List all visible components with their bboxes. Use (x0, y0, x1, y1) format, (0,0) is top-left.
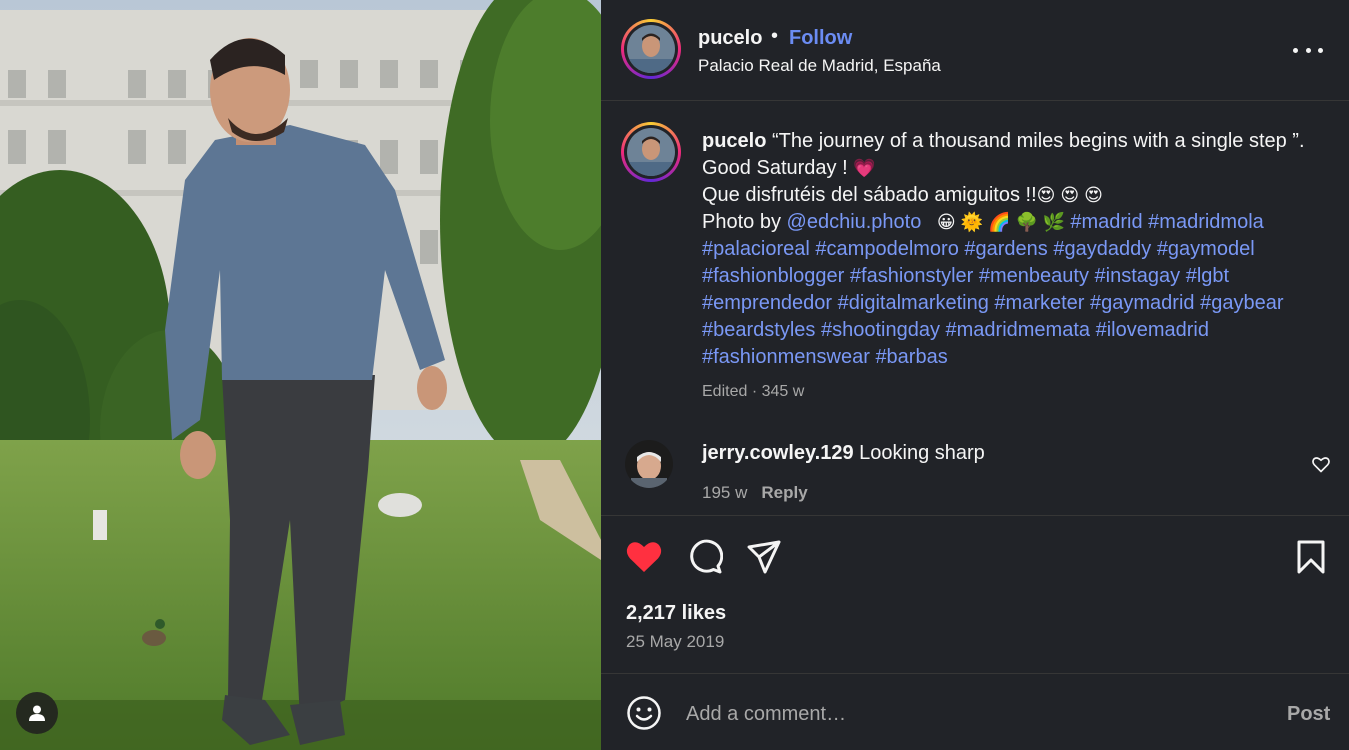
comment-button[interactable] (687, 539, 723, 575)
hashtag-link[interactable]: #emprendedor (702, 292, 832, 314)
hashtag-link[interactable]: #gaymadrid (1090, 292, 1195, 314)
more-options-button[interactable] (1293, 38, 1323, 62)
author-username[interactable]: pucelo (698, 27, 762, 50)
save-button[interactable] (1295, 539, 1327, 575)
header-divider (601, 100, 1349, 101)
hashtag-link[interactable]: #digitalmarketing (838, 292, 989, 314)
hashtag-link[interactable]: #marketer (994, 292, 1084, 314)
hashtag-link[interactable]: #lgbt (1186, 265, 1229, 287)
reply-button[interactable]: Reply (761, 483, 807, 502)
commenter-avatar[interactable] (625, 440, 673, 488)
header-separator: • (771, 25, 779, 47)
hashtag-link[interactable]: #ilovemadrid (1096, 319, 1209, 341)
caption-line-2: Que disfrutéis del sábado amiguitos !! (702, 184, 1037, 206)
hashtag-link[interactable]: #instagay (1095, 265, 1181, 287)
author-avatar-image (627, 25, 675, 73)
hashtag-link[interactable]: #fashionblogger (702, 265, 844, 287)
post-image (0, 0, 601, 750)
post-date: 25 May 2019 (626, 632, 725, 651)
commenter-username[interactable]: jerry.cowley.129 (702, 442, 854, 464)
post-comment-button[interactable]: Post (1287, 703, 1330, 726)
photo-credit-label: Photo by (702, 211, 787, 233)
author-avatar[interactable] (621, 19, 681, 79)
post-details-panel: pucelo • Follow Palacio Real de Madrid, … (601, 0, 1349, 750)
hashtag-link[interactable]: #gaydaddy (1053, 238, 1151, 260)
actions-divider (601, 515, 1349, 516)
like-count[interactable]: 2,217 likes (626, 602, 726, 625)
caption-username[interactable]: pucelo (702, 130, 766, 152)
caption-avatar-image (627, 128, 675, 176)
caption-author-avatar[interactable] (621, 122, 681, 182)
comment-like-button[interactable] (1311, 454, 1331, 474)
comment-body: Looking sharp (853, 442, 985, 464)
hashtag-link[interactable]: #fashionstyler (850, 265, 973, 287)
post-location[interactable]: Palacio Real de Madrid, España (698, 56, 941, 76)
hashtag-link[interactable]: #beardstyles (702, 319, 815, 341)
post-header: pucelo • Follow Palacio Real de Madrid, … (601, 0, 1349, 100)
hashtag-link[interactable]: #gaymodel (1157, 238, 1255, 260)
hashtag-link[interactable]: #madridmola (1148, 211, 1264, 233)
comment-meta: 195 w Reply (702, 483, 808, 503)
comment-box-divider (601, 673, 1349, 674)
emoji-picker-button[interactable] (626, 695, 662, 731)
user-icon (29, 705, 45, 721)
post-caption: pucelo “The journey of a thousand miles … (702, 128, 1312, 371)
like-button[interactable] (625, 539, 663, 575)
commenter-avatar-image (625, 440, 673, 488)
hashtag-list: #madrid #madridmola #palacioreal #campod… (702, 211, 1284, 368)
hashtag-link[interactable]: #fashionmenswear (702, 346, 870, 368)
add-comment-input[interactable] (686, 697, 1246, 731)
comment-age: 195 w (702, 483, 748, 502)
more-dots-icon (1293, 47, 1298, 53)
follow-button[interactable]: Follow (789, 27, 852, 50)
tagged-users-button[interactable] (16, 692, 58, 734)
caption-edited-time: Edited · 345 w (702, 383, 805, 400)
hashtag-link[interactable]: #palacioreal (702, 238, 810, 260)
hashtag-link[interactable]: #madridmemata (946, 319, 1091, 341)
hashtag-link[interactable]: #shootingday (821, 319, 940, 341)
caption-line-1: “The journey of a thousand miles begins … (702, 130, 1305, 179)
caption-emoji-row: 😀 🌞 🌈 🌳 🌿 (926, 212, 1071, 232)
hashtag-link[interactable]: #menbeauty (979, 265, 1089, 287)
share-button[interactable] (746, 539, 782, 575)
hashtag-link[interactable]: #barbas (875, 346, 947, 368)
heart-emoji: 💗 (853, 158, 876, 178)
heart-eyes-emoji: 😍 😍 😍 (1036, 185, 1103, 205)
photographer-mention-link[interactable]: @edchiu.photo (787, 211, 922, 233)
hashtag-link[interactable]: #campodelmoro (815, 238, 958, 260)
hashtag-link[interactable]: #gardens (964, 238, 1047, 260)
comment-text: jerry.cowley.129 Looking sharp (702, 442, 985, 465)
hashtag-link[interactable]: #madrid (1070, 211, 1142, 233)
hashtag-link[interactable]: #gaybear (1200, 292, 1283, 314)
post-photo[interactable] (0, 0, 601, 750)
